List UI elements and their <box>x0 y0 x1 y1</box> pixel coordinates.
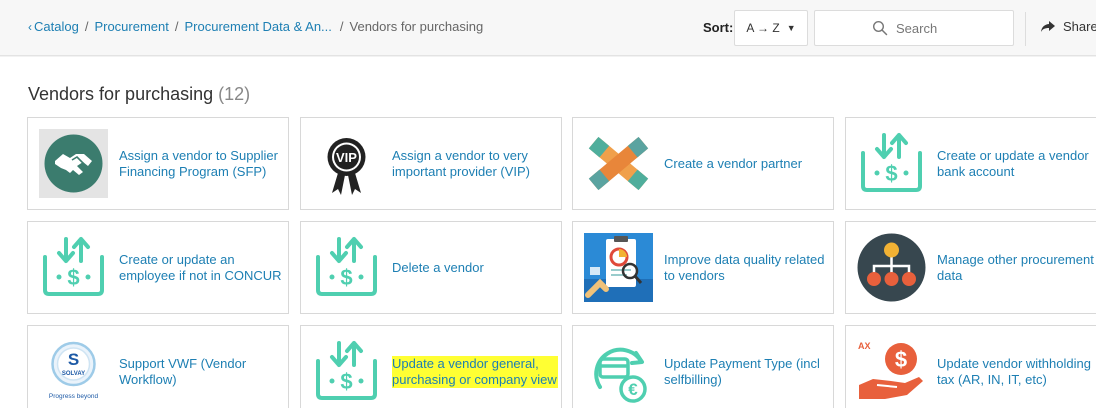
tile-support-vwf[interactable]: S SOLVAY Progress beyond Support VWF (Vend… <box>27 325 289 408</box>
tile-label: Create a vendor partner <box>664 155 803 171</box>
tile-improve-data-quality[interactable]: Improve data quality related to vendors <box>572 221 834 314</box>
caret-down-icon: ▼ <box>786 23 796 33</box>
tile-label: Manage other procurement data <box>937 251 1094 283</box>
breadcrumb-procurement[interactable]: Procurement <box>94 19 168 34</box>
tile-label: Create or update a vendor bank account <box>937 147 1089 179</box>
tile-update-vendor-view[interactable]: $ Update a vendor general, purchasing or… <box>300 325 562 408</box>
svg-text:AX: AX <box>858 341 871 351</box>
tile-update-employee[interactable]: $ Create or update an employee if not in… <box>27 221 289 314</box>
item-count: (12) <box>218 84 251 104</box>
money-transfer-icon: $ <box>312 337 381 406</box>
share-icon <box>1041 20 1055 32</box>
svg-text:€: € <box>628 380 638 399</box>
money-transfer-icon: $ <box>39 233 108 302</box>
partner-hands-icon <box>584 129 653 198</box>
sort-dropdown[interactable]: A → Z ▼ <box>734 10 808 46</box>
search-icon <box>872 20 888 36</box>
org-chart-icon <box>857 233 926 302</box>
main-content: Vendors for purchasing (12) Assign a ven… <box>0 57 1096 408</box>
tile-label: Update a vendor general, purchasing or c… <box>392 326 558 408</box>
money-transfer-icon: $ <box>857 129 926 198</box>
payment-euro-icon: € <box>584 337 653 406</box>
breadcrumb-separator: / <box>84 19 89 34</box>
tile-assign-vendor-vip[interactable]: VIP Assign a vendor to very important pr… <box>300 117 562 210</box>
breadcrumb-separator: / <box>174 19 179 34</box>
chevron-left-icon: ‹ <box>28 20 32 34</box>
tile-label: Support VWF (Vendor Workflow) <box>119 355 247 387</box>
tile-delete-vendor[interactable]: $ Delete a vendor <box>300 221 562 314</box>
page-title: Vendors for purchasing (12) <box>28 84 251 104</box>
tile-update-withholding-tax[interactable]: AX $ Update vendor withholding tax (AR, I… <box>845 325 1096 408</box>
highlighted-label: Update a vendor general, purchasing or c… <box>392 355 558 388</box>
search-input[interactable] <box>896 20 956 36</box>
svg-text:SOLVAY: SOLVAY <box>62 371 85 377</box>
data-analysis-icon <box>584 233 653 302</box>
svg-text:$: $ <box>340 265 352 290</box>
tile-label: Delete a vendor <box>392 259 484 275</box>
breadcrumb-catalog[interactable]: ‹ Catalog <box>28 19 79 34</box>
tile-update-payment-type[interactable]: € Update Payment Type (incl selfbilling) <box>572 325 834 408</box>
vip-badge-icon: VIP <box>312 129 381 198</box>
breadcrumb-separator: / <box>339 19 344 34</box>
breadcrumb-current: Vendors for purchasing <box>349 19 484 34</box>
top-toolbar: ‹ Catalog / Procurement / Procurement Dat… <box>0 0 1096 56</box>
tax-hand-icon: AX $ <box>857 337 926 406</box>
sort-value: A → Z <box>746 21 780 35</box>
search-box[interactable] <box>814 10 1014 46</box>
svg-text:Progress beyond: Progress beyond <box>49 393 99 400</box>
money-transfer-icon: $ <box>312 233 381 302</box>
svg-text:$: $ <box>895 347 907 372</box>
tile-label: Improve data quality related to vendors <box>664 251 825 283</box>
toolbar-divider <box>1025 12 1026 46</box>
share-button[interactable]: Share <box>1041 19 1096 34</box>
tile-vendor-bank-account[interactable]: $ Create or update a vendor bank account <box>845 117 1096 210</box>
tile-label: Assign a vendor to Supplier Financing Pr… <box>119 147 278 179</box>
breadcrumb: ‹ Catalog / Procurement / Procurement Dat… <box>28 19 483 34</box>
tile-label: Update vendor withholding tax (AR, IN, I… <box>937 355 1091 387</box>
tile-manage-procurement-data[interactable]: Manage other procurement data <box>845 221 1096 314</box>
share-label: Share <box>1063 19 1096 34</box>
svg-text:$: $ <box>885 161 897 186</box>
tile-assign-vendor-sfp[interactable]: Assign a vendor to Supplier Financing Pr… <box>27 117 289 210</box>
sort-label: Sort: <box>703 20 734 35</box>
tile-create-vendor-partner[interactable]: Create a vendor partner <box>572 117 834 210</box>
tile-label: Update Payment Type (incl selfbilling) <box>664 355 820 387</box>
svg-text:$: $ <box>340 369 352 394</box>
tile-label: Create or update an employee if not in C… <box>119 251 282 283</box>
svg-text:VIP: VIP <box>336 150 357 165</box>
svg-text:S: S <box>68 350 79 369</box>
solvay-logo-icon: S SOLVAY Progress beyond <box>39 337 108 406</box>
handshake-icon <box>39 129 108 198</box>
tile-label: Assign a vendor to very important provid… <box>392 147 530 179</box>
breadcrumb-procurement-data[interactable]: Procurement Data & An... <box>184 19 331 34</box>
svg-text:$: $ <box>67 265 79 290</box>
